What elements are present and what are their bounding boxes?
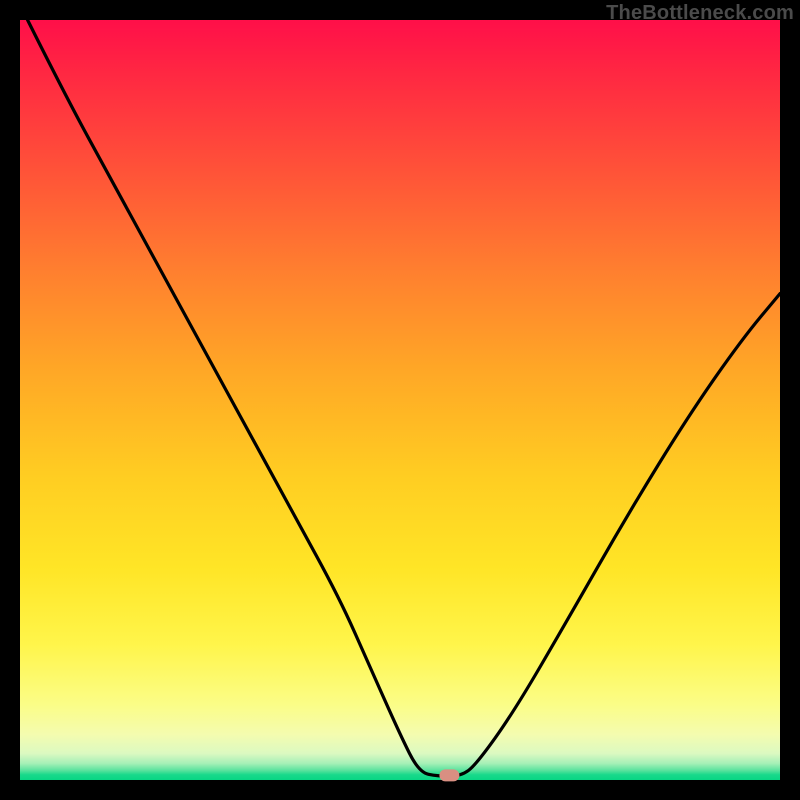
bottleneck-marker <box>439 769 459 781</box>
bottleneck-curve <box>20 20 780 780</box>
curve-line <box>28 20 780 776</box>
watermark-text: TheBottleneck.com <box>606 2 794 25</box>
chart-frame: TheBottleneck.com <box>0 0 800 800</box>
plot-area <box>20 20 780 780</box>
